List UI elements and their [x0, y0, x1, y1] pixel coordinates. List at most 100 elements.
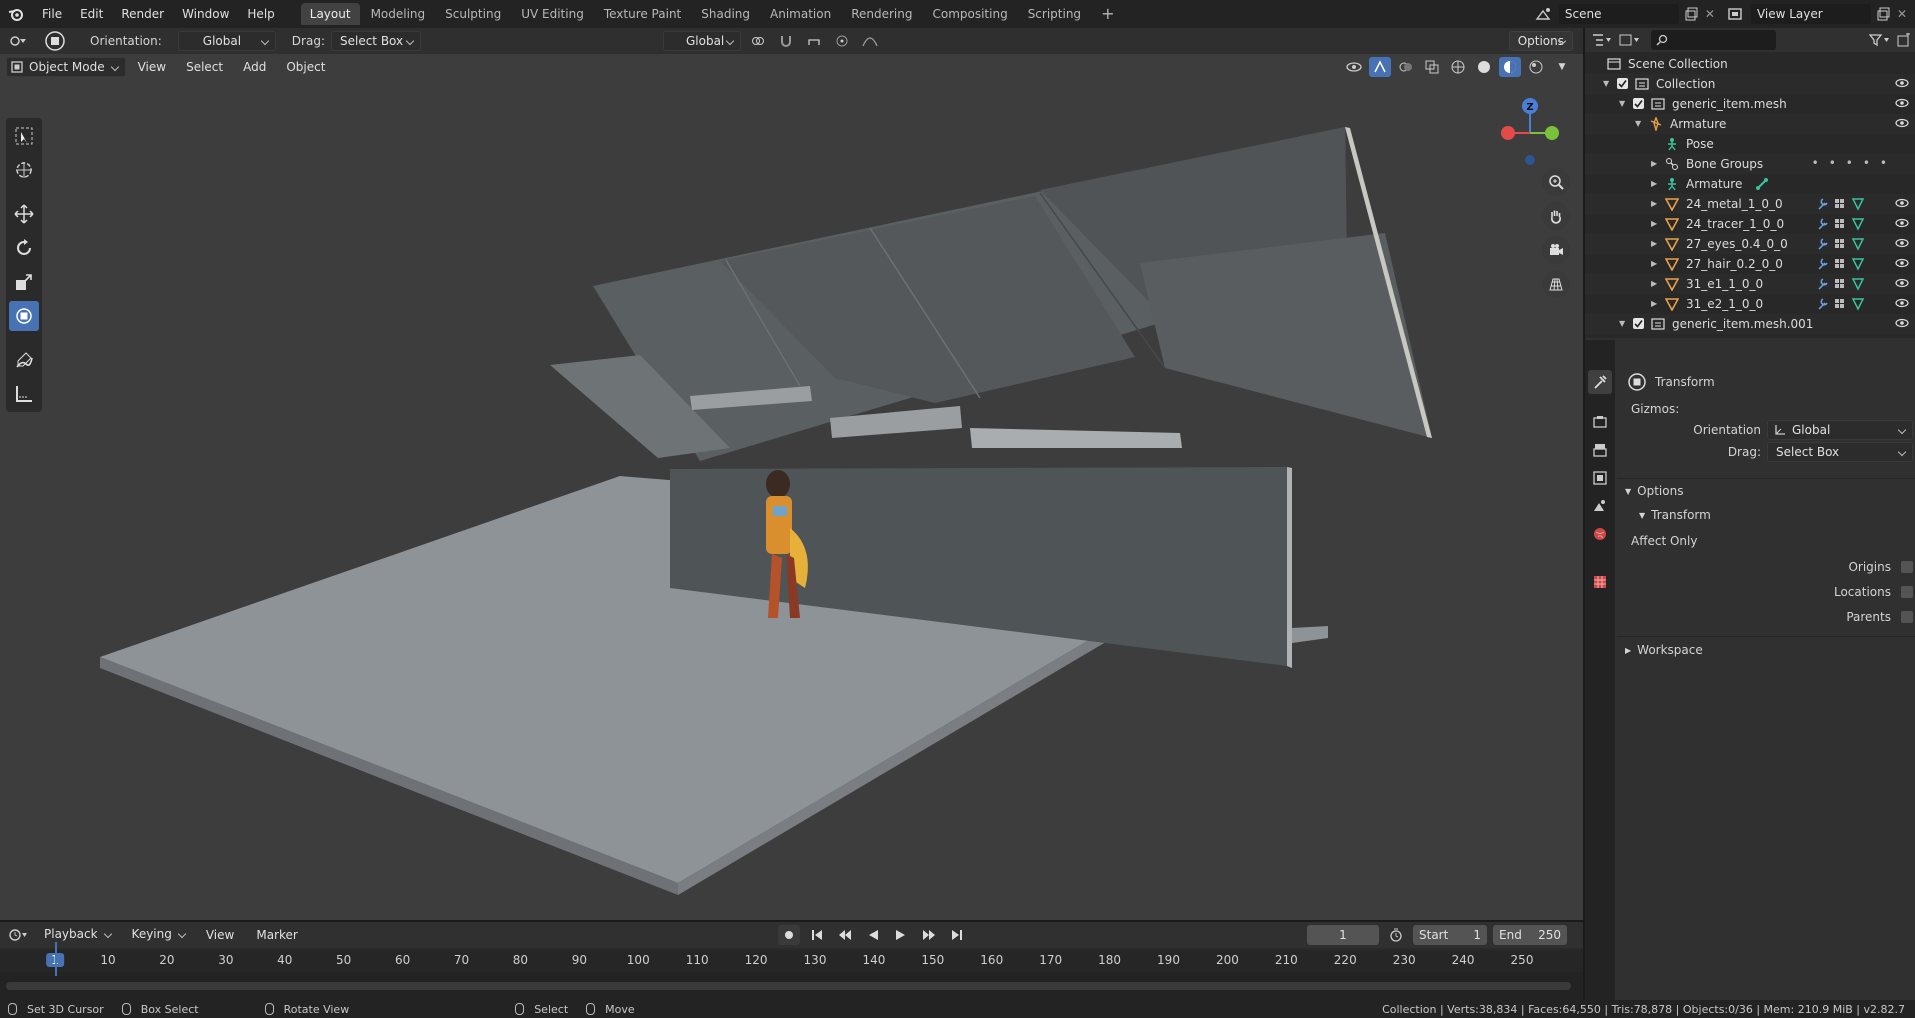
pivot-point-icon[interactable]: [747, 31, 769, 51]
transform-tool-icon[interactable]: [9, 301, 39, 331]
timeline-scrollbar[interactable]: [6, 982, 1571, 990]
outliner-row[interactable]: ▶ 31_e1_1_0_0: [1585, 274, 1915, 294]
chevron-down-icon[interactable]: ▼: [1635, 119, 1641, 128]
overlay-toggle-icon[interactable]: [1395, 57, 1417, 77]
solid-shading-icon[interactable]: [1473, 57, 1495, 77]
xray-icon[interactable]: [1421, 57, 1443, 77]
timeline-track[interactable]: [0, 972, 1583, 1000]
visibility-eye-icon[interactable]: [1895, 317, 1909, 331]
viewport-menu-add[interactable]: Add: [235, 56, 274, 78]
outliner-row[interactable]: ▼ generic_item.mesh: [1585, 94, 1915, 114]
tab-rendering[interactable]: Rendering: [842, 3, 921, 25]
snap-target-icon[interactable]: [803, 31, 825, 51]
delete-scene-icon[interactable]: ✕: [1705, 7, 1715, 21]
visibility-eye-icon[interactable]: [1895, 117, 1909, 131]
new-collection-icon[interactable]: [1897, 33, 1911, 47]
gizmo-x-axis[interactable]: [1501, 126, 1515, 140]
menu-help[interactable]: Help: [239, 3, 282, 25]
tab-animation[interactable]: Animation: [761, 3, 840, 25]
view-layer-field[interactable]: View Layer: [1750, 4, 1871, 24]
viewport-scene[interactable]: [0, 28, 1583, 920]
tab-sculpting[interactable]: Sculpting: [436, 3, 510, 25]
camera-view-icon[interactable]: [1542, 236, 1570, 264]
menu-render[interactable]: Render: [113, 3, 172, 25]
timeline-menu-marker[interactable]: Marker: [248, 924, 305, 946]
keying-dropdown[interactable]: Keying: [124, 925, 192, 945]
scene-icon[interactable]: [1535, 7, 1553, 21]
playhead[interactable]: [55, 942, 57, 976]
menu-window[interactable]: Window: [174, 3, 237, 25]
outliner-editor-icon[interactable]: [1591, 33, 1613, 47]
locations-checkbox[interactable]: [1901, 586, 1913, 598]
viewport-menu-view[interactable]: View: [130, 56, 174, 78]
chevron-right-icon[interactable]: ▶: [1651, 219, 1657, 228]
blender-logo-icon[interactable]: [8, 6, 24, 22]
display-mode-icon[interactable]: [1619, 33, 1641, 47]
menu-edit[interactable]: Edit: [72, 3, 111, 25]
falloff-icon[interactable]: [859, 31, 881, 51]
outliner-row[interactable]: Pose: [1585, 134, 1915, 154]
tab-texture-paint[interactable]: Texture Paint: [595, 3, 690, 25]
new-view-layer-icon[interactable]: [1877, 7, 1891, 21]
scale-tool-icon[interactable]: [9, 267, 39, 297]
jump-start-icon[interactable]: [806, 925, 828, 945]
output-properties-tab-icon[interactable]: [1588, 438, 1612, 462]
timeline-menu-view[interactable]: View: [198, 924, 242, 946]
visibility-eye-icon[interactable]: [1895, 297, 1909, 311]
play-icon[interactable]: [890, 925, 912, 945]
viewport-menu-object[interactable]: Object: [278, 56, 333, 78]
record-icon[interactable]: [777, 925, 800, 945]
shading-options-icon[interactable]: ▼: [1551, 57, 1573, 77]
play-reverse-icon[interactable]: [862, 925, 884, 945]
transform-orientation-dropdown[interactable]: Global: [662, 31, 741, 51]
options-panel-header[interactable]: ▼ Options: [1625, 480, 1683, 502]
scene-properties-tab-icon[interactable]: [1588, 494, 1612, 518]
chevron-right-icon[interactable]: ▶: [1651, 179, 1657, 188]
scene-name-field[interactable]: Scene: [1558, 4, 1679, 24]
proportional-edit-icon[interactable]: [831, 31, 853, 51]
visibility-eye-icon[interactable]: [1895, 197, 1909, 211]
pan-hand-icon[interactable]: [1542, 202, 1570, 230]
gizmo-toggle-icon[interactable]: [1369, 57, 1391, 77]
chevron-right-icon[interactable]: ▶: [1651, 159, 1657, 168]
next-keyframe-icon[interactable]: [918, 925, 940, 945]
visibility-eye-icon[interactable]: [1895, 77, 1909, 91]
tab-modeling[interactable]: Modeling: [362, 3, 435, 25]
material-shading-icon[interactable]: [1499, 57, 1521, 77]
transform-tool-icon[interactable]: [44, 30, 66, 52]
origins-checkbox[interactable]: [1901, 561, 1913, 573]
wireframe-shading-icon[interactable]: [1447, 57, 1469, 77]
gizmo-y-axis[interactable]: [1545, 126, 1559, 140]
locations-row[interactable]: Locations: [1834, 585, 1913, 599]
new-scene-icon[interactable]: [1685, 7, 1699, 21]
timeline-editor-icon[interactable]: [8, 928, 30, 942]
move-tool-icon[interactable]: [9, 199, 39, 229]
filter-icon[interactable]: [1869, 33, 1891, 47]
outliner-row[interactable]: ▶ 31_e2_1_0_0: [1585, 294, 1915, 314]
tab-shading[interactable]: Shading: [692, 3, 759, 25]
outliner-row[interactable]: ▶ Armature: [1585, 174, 1915, 194]
world-properties-tab-icon[interactable]: [1588, 522, 1612, 546]
add-workspace-icon[interactable]: +: [1092, 3, 1123, 25]
chevron-right-icon[interactable]: ▶: [1651, 299, 1657, 308]
exclude-checkbox[interactable]: [1633, 318, 1644, 329]
workspace-panel-header[interactable]: ▶ Workspace: [1625, 638, 1703, 662]
tab-scripting[interactable]: Scripting: [1019, 3, 1090, 25]
visibility-eye-icon[interactable]: [1895, 277, 1909, 291]
visibility-eye-icon[interactable]: [1895, 217, 1909, 231]
visibility-eye-icon[interactable]: [1895, 237, 1909, 251]
outliner-search-input[interactable]: [1651, 30, 1776, 50]
options-dropdown[interactable]: Options: [1508, 31, 1573, 51]
mode-dropdown[interactable]: Object Mode: [6, 57, 126, 77]
transform-panel-header[interactable]: Transform: [1627, 372, 1715, 392]
exclude-checkbox[interactable]: [1633, 98, 1644, 109]
rendered-shading-icon[interactable]: [1525, 57, 1547, 77]
outliner-row[interactable]: ▶ 24_metal_1_0_0: [1585, 194, 1915, 214]
orientation-dropdown[interactable]: Global: [177, 31, 276, 51]
outliner-row[interactable]: ▶ 24_tracer_1_0_0: [1585, 214, 1915, 234]
timeline-ruler[interactable]: 1102030405060708090100110120130140150160…: [0, 950, 1583, 972]
texture-properties-tab-icon[interactable]: [1588, 570, 1612, 594]
transform-subpanel-header[interactable]: ▼ Transform: [1639, 504, 1711, 526]
chevron-right-icon[interactable]: ▶: [1651, 279, 1657, 288]
tool-properties-tab-icon[interactable]: [1588, 370, 1612, 394]
